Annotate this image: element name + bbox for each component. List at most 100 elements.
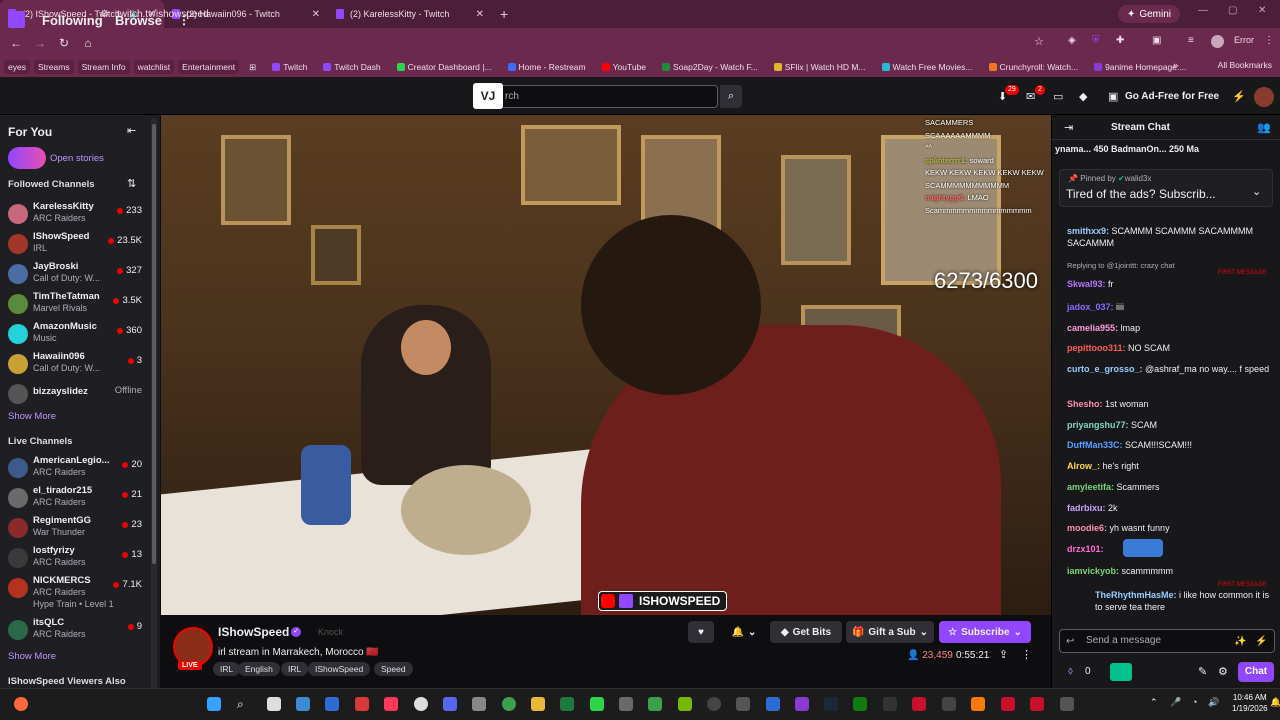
url-field[interactable]: ⚙ twitch.tv/ishowspeed xyxy=(100,4,1060,25)
wifi-icon[interactable]: ◔ xyxy=(1192,697,1197,707)
volume-icon[interactable]: 🔊 xyxy=(1208,697,1219,708)
sidebar-channel-jaybroski[interactable]: JayBroski Call of Duty: W... 327 xyxy=(0,259,150,289)
xbox-icon[interactable] xyxy=(853,697,867,711)
app-icon[interactable] xyxy=(619,697,633,711)
shield-extension-icon[interactable]: ⛨ xyxy=(1092,35,1100,46)
inbox-icon[interactable]: ✉ xyxy=(1026,90,1035,103)
back-icon[interactable]: ← xyxy=(4,36,28,50)
bits-cheer-icon[interactable]: ✨ xyxy=(1234,636,1246,647)
chat-send-button[interactable]: Chat xyxy=(1238,662,1274,682)
chat-settings-icon[interactable]: ⚙ xyxy=(1218,665,1228,678)
music-app-icon[interactable] xyxy=(384,697,398,711)
forward-icon[interactable]: → xyxy=(28,36,52,50)
app-icon[interactable] xyxy=(1001,697,1015,711)
extension-overlay-icon[interactable]: VJ xyxy=(473,83,503,109)
mic-icon[interactable]: 🎤 xyxy=(1170,697,1181,708)
emote-picker-icon[interactable]: ⚡ xyxy=(1255,636,1267,647)
app-icon[interactable] xyxy=(648,697,662,711)
all-bookmarks-button[interactable]: All Bookmarks xyxy=(1218,60,1272,70)
sidebar-channel-karelesskitty[interactable]: KarelessKitty ARC Raiders 233 xyxy=(0,199,150,229)
reload-icon[interactable]: ↻ xyxy=(52,36,76,50)
bookmark-chip[interactable]: Entertainment xyxy=(178,60,240,74)
twitch-logo-icon[interactable] xyxy=(8,11,25,28)
app-icon[interactable] xyxy=(590,697,604,711)
open-stories-link[interactable]: Open stories xyxy=(50,153,104,164)
minimize-icon[interactable]: — xyxy=(1198,5,1208,16)
nvidia-icon[interactable] xyxy=(678,697,692,711)
file-explorer-icon[interactable] xyxy=(531,697,545,711)
stream-tag[interactable]: IRL xyxy=(281,662,309,676)
app-icon[interactable] xyxy=(942,697,956,711)
channel-name[interactable]: IShowSpeed xyxy=(218,625,289,639)
app-icon[interactable] xyxy=(971,697,985,711)
subscribe-button[interactable]: ☆ Subscribe ⌄ xyxy=(939,621,1031,643)
extension-icon[interactable]: ◈ xyxy=(1068,35,1076,46)
nav-browse[interactable]: Browse xyxy=(115,13,162,28)
apps-grid-icon[interactable]: ⊞ xyxy=(243,62,262,73)
app-icon[interactable] xyxy=(1060,697,1074,711)
maximize-icon[interactable]: ▢ xyxy=(1228,5,1237,16)
bookmark-item[interactable]: Soap2Day - Watch F... xyxy=(656,62,764,72)
widgets-icon[interactable] xyxy=(14,697,28,711)
bookmark-item[interactable]: Watch Free Movies... xyxy=(876,62,979,72)
sidebar-channel-timthetatman[interactable]: TimTheTatman Marvel Rivals 3.5K xyxy=(0,289,150,319)
follow-heart-button[interactable]: ♥ xyxy=(688,621,714,643)
stream-tag[interactable]: IRL xyxy=(213,662,241,676)
sidebar-channel-americanlegio[interactable]: AmericanLegio... ARC Raiders 20 xyxy=(0,453,150,483)
puzzle-icon[interactable]: ✚ xyxy=(1116,35,1124,46)
sidebar-channel-hawaiin096[interactable]: Hawaiin096 Call of Duty: W... 3 xyxy=(0,349,150,379)
extension-tools-icon[interactable]: ✎ xyxy=(1198,665,1207,678)
chrome-icon[interactable] xyxy=(502,697,516,711)
sidebar-channel-el-tirador215[interactable]: el_tirador215 ARC Raiders 21 xyxy=(0,483,150,513)
media-icon[interactable]: ≡ xyxy=(1188,35,1194,46)
nav-following[interactable]: Following xyxy=(42,13,103,28)
task-view-icon[interactable] xyxy=(267,697,281,711)
sort-icon[interactable]: ⇅ xyxy=(127,177,136,190)
bookmark-chip[interactable]: Stream Info xyxy=(77,60,130,74)
share-icon[interactable]: ⇪ xyxy=(999,648,1008,661)
stream-tag[interactable]: IShowSpeed xyxy=(308,662,371,676)
chatgpt-icon[interactable] xyxy=(414,697,428,711)
discord-icon[interactable] xyxy=(443,697,457,711)
bookmark-chip[interactable]: eyes xyxy=(4,60,30,74)
bookmark-item[interactable]: SFlix | Watch HD M... xyxy=(768,62,872,72)
go-ad-free-button[interactable]: Go Ad-Free for Free xyxy=(1125,91,1219,102)
sidebar-channel-lostfyrizy[interactable]: lostfyrizy ARC Raiders 13 xyxy=(0,543,150,573)
show-more-followed[interactable]: Show More xyxy=(8,411,56,422)
video-player[interactable] xyxy=(161,115,1051,615)
show-more-live[interactable]: Show More xyxy=(8,651,56,662)
taskbar-clock[interactable]: 10:46 AM 1/19/2026 xyxy=(1232,692,1268,714)
user-avatar[interactable] xyxy=(1254,87,1274,107)
bookmark-item[interactable]: Home - Restream xyxy=(502,62,592,72)
collapse-chat-icon[interactable]: ⇥ xyxy=(1064,121,1073,134)
sidebar-scroll-thumb[interactable] xyxy=(152,124,156,564)
obs-icon[interactable] xyxy=(707,697,721,711)
bookmark-chip[interactable]: watchlist xyxy=(133,60,175,74)
app-icon[interactable] xyxy=(325,697,339,711)
chevron-down-icon[interactable]: ⌄ xyxy=(1252,185,1261,198)
bookmark-star-icon[interactable]: ☆ xyxy=(1034,35,1044,48)
collapse-sidebar-icon[interactable]: ⇤ xyxy=(127,124,136,137)
app-icon[interactable] xyxy=(912,697,926,711)
profile-avatar[interactable] xyxy=(1211,35,1224,48)
tray-chevron-icon[interactable]: ⌃ xyxy=(1150,697,1158,708)
sidebar-channel-itsqlc[interactable]: itsQLC ARC Raiders 9 xyxy=(0,615,150,645)
start-icon[interactable] xyxy=(207,697,221,711)
extension-logo-icon[interactable]: ⚡ xyxy=(1232,90,1246,103)
stories-avatars[interactable] xyxy=(8,147,46,169)
knock-button[interactable]: Knock xyxy=(318,627,343,637)
app-icon[interactable] xyxy=(560,697,574,711)
more-options-icon[interactable]: ⋮ xyxy=(1021,648,1032,661)
bookmark-item[interactable]: Creator Dashboard |... xyxy=(391,62,498,72)
search-input[interactable]: rch xyxy=(476,85,718,108)
sidebar-channel-bizzayslidez[interactable]: bizzayslidez Offline xyxy=(0,379,150,409)
whispers-icon[interactable]: ▭ xyxy=(1053,90,1063,103)
bookmark-item[interactable]: YouTube xyxy=(596,62,652,72)
stream-tag[interactable]: Speed xyxy=(374,662,413,676)
bits-icon[interactable]: ◆ xyxy=(1079,90,1087,103)
app-icon[interactable] xyxy=(766,697,780,711)
steam-icon[interactable] xyxy=(824,697,838,711)
close-window-icon[interactable]: ✕ xyxy=(1258,5,1266,16)
community-icon[interactable]: 👥 xyxy=(1257,121,1271,134)
gift-sub-button[interactable]: 🎁 Gift a Sub ⌄ xyxy=(846,621,934,643)
